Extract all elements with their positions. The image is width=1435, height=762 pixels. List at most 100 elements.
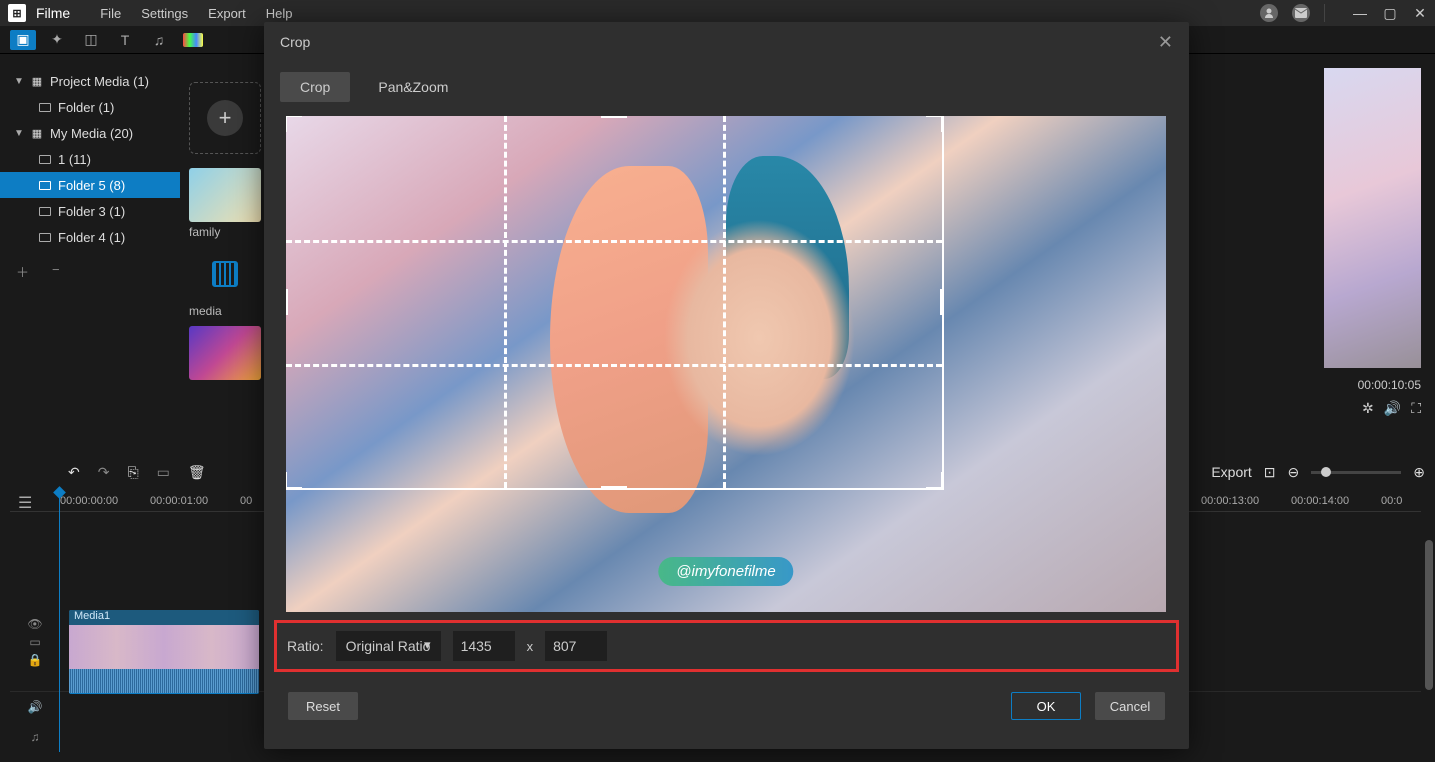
- effects-tool[interactable]: ✦: [44, 30, 70, 50]
- tree-folder[interactable]: Folder (1): [0, 94, 180, 120]
- menu-help[interactable]: Help: [266, 6, 293, 21]
- tree-label: Folder 5 (8): [58, 178, 125, 193]
- color-tool[interactable]: [180, 30, 206, 50]
- thumb-image: [189, 326, 261, 380]
- time-tick: 00:00:00:00: [60, 495, 150, 507]
- titlebar-right: — ▢ ✕: [1260, 4, 1427, 22]
- thumb-image: [189, 168, 261, 222]
- grid-line: [723, 116, 726, 488]
- width-input[interactable]: [453, 631, 515, 661]
- settings-icon[interactable]: ✲: [1362, 400, 1374, 417]
- tree-label: Folder 4 (1): [58, 230, 125, 245]
- volume-icon[interactable]: 🔊: [28, 700, 43, 714]
- folder-icon: [38, 153, 52, 165]
- crop-handle-bottom[interactable]: [601, 486, 627, 490]
- delete-button[interactable]: 🗑: [188, 464, 206, 481]
- ok-button[interactable]: OK: [1011, 692, 1081, 720]
- ratio-select[interactable]: Original Ratio: [336, 631, 441, 661]
- tree-folder-5[interactable]: Folder 5 (8): [0, 172, 180, 198]
- crop-canvas[interactable]: @imyfonefilme: [286, 116, 1166, 612]
- close-button[interactable]: ✕: [1413, 5, 1427, 22]
- media-thumb-media[interactable]: media: [189, 247, 261, 318]
- logo-icon: ⊞: [8, 4, 26, 22]
- tab-crop[interactable]: Crop: [280, 72, 350, 102]
- tree-label: 1 (11): [58, 152, 91, 167]
- tree-project-media[interactable]: ▼ ▦ Project Media (1): [0, 68, 180, 94]
- audio-tool[interactable]: ♫: [146, 30, 172, 50]
- transitions-tool[interactable]: ◫: [78, 30, 104, 50]
- add-folder-icon[interactable]: ＋: [16, 262, 32, 276]
- redo-button[interactable]: ↷: [98, 464, 110, 481]
- remove-folder-icon[interactable]: −: [52, 262, 68, 276]
- playhead[interactable]: [59, 492, 60, 752]
- tree-folder-3[interactable]: Folder 3 (1): [0, 198, 180, 224]
- crop-modal: Crop ✕ Crop Pan&Zoom @imyfonefilme Ratio…: [264, 22, 1189, 749]
- tree-my-media[interactable]: ▼ ▦ My Media (20): [0, 120, 180, 146]
- fit-icon[interactable]: ⊡: [1264, 464, 1276, 481]
- reset-button[interactable]: Reset: [288, 692, 358, 720]
- ratio-controls: Ratio: Original Ratio x: [274, 620, 1179, 672]
- thumb-label: family: [189, 225, 261, 239]
- crop-handle-tr[interactable]: [926, 116, 944, 132]
- maximize-button[interactable]: ▢: [1383, 5, 1397, 22]
- tab-panzoom[interactable]: Pan&Zoom: [358, 72, 468, 102]
- menu-export[interactable]: Export: [208, 6, 246, 21]
- sidebar-actions: ＋ −: [0, 250, 180, 288]
- menu-settings[interactable]: Settings: [141, 6, 188, 21]
- lock-icon[interactable]: 🔒: [28, 653, 43, 667]
- height-input[interactable]: [545, 631, 607, 661]
- track-head: 🔊: [10, 700, 60, 714]
- clip-label: Media1: [69, 610, 259, 625]
- cancel-button[interactable]: Cancel: [1095, 692, 1165, 720]
- timeline-clip[interactable]: Media1: [69, 610, 259, 694]
- media-tool[interactable]: ▣: [10, 30, 36, 50]
- volume-icon[interactable]: 🔊: [1384, 400, 1401, 417]
- plus-icon: +: [207, 100, 243, 136]
- crop-handle-top[interactable]: [601, 116, 627, 118]
- tree-folder-4[interactable]: Folder 4 (1): [0, 224, 180, 250]
- export-button[interactable]: Export: [1211, 464, 1251, 480]
- menu-icon[interactable]: ☰: [18, 493, 32, 513]
- ratio-label: Ratio:: [287, 638, 324, 654]
- close-icon[interactable]: ✕: [1158, 32, 1173, 53]
- undo-button[interactable]: ↶: [68, 464, 80, 481]
- tree-folder-1[interactable]: 1 (11): [0, 146, 180, 172]
- crop-handle-br[interactable]: [926, 472, 944, 490]
- preview-timecode: 00:00:10:05: [1191, 378, 1421, 392]
- modal-footer: Reset OK Cancel: [264, 672, 1189, 740]
- minimize-button[interactable]: —: [1353, 5, 1367, 21]
- music-icon[interactable]: ♫: [31, 730, 40, 744]
- zoom-slider[interactable]: [1311, 471, 1401, 474]
- copy-button[interactable]: ⎘: [127, 464, 138, 481]
- zoom-out-icon[interactable]: ⊖: [1288, 464, 1300, 481]
- preview-panel: 00:00:10:05 ✲ 🔊 ⛶: [1191, 68, 1421, 388]
- thumb-image: [189, 247, 261, 301]
- watermark: @imyfonefilme: [658, 557, 793, 586]
- folder-icon: [38, 231, 52, 243]
- user-icon[interactable]: [1260, 4, 1278, 22]
- track-head: 👁 ▭ 🔒: [10, 617, 60, 667]
- film-icon: [212, 261, 238, 287]
- media-thumb-3[interactable]: [189, 326, 261, 380]
- crop-handle-left[interactable]: [286, 289, 288, 315]
- paste-button[interactable]: ▭: [157, 464, 170, 481]
- mail-icon[interactable]: [1292, 4, 1310, 22]
- modal-title-bar: Crop ✕: [264, 22, 1189, 62]
- dimension-separator: x: [527, 639, 534, 654]
- crop-boundary[interactable]: [286, 116, 942, 488]
- divider: [1324, 4, 1325, 22]
- vertical-scrollbar[interactable]: [1425, 540, 1433, 690]
- add-media-button[interactable]: +: [189, 82, 261, 154]
- modal-tabs: Crop Pan&Zoom: [264, 72, 1189, 102]
- preview-image: [1324, 68, 1421, 368]
- chevron-down-icon: ▼: [14, 128, 24, 139]
- media-thumb-family[interactable]: family: [189, 168, 261, 239]
- crop-handle-right[interactable]: [940, 289, 944, 315]
- eye-icon[interactable]: 👁: [27, 617, 42, 631]
- crop-handle-tl[interactable]: [286, 116, 302, 132]
- crop-handle-bl[interactable]: [286, 472, 302, 490]
- fullscreen-icon[interactable]: ⛶: [1411, 400, 1421, 417]
- menu-file[interactable]: File: [100, 6, 121, 21]
- zoom-in-icon[interactable]: ⊕: [1413, 464, 1425, 481]
- text-tool[interactable]: T: [112, 30, 138, 50]
